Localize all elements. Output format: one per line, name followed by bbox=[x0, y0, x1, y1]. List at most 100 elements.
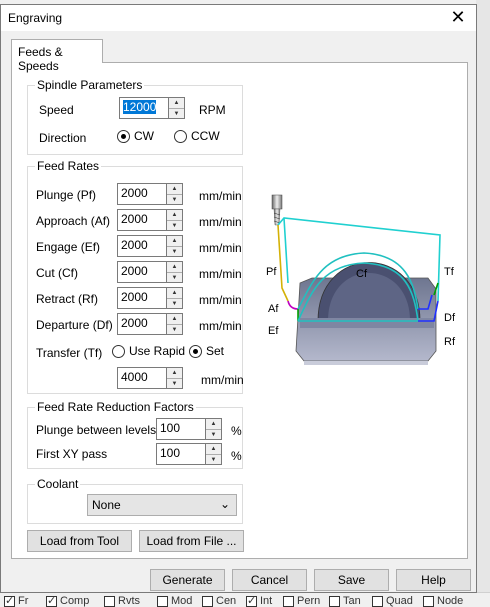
spin-down-icon[interactable]: ▼ bbox=[206, 455, 221, 465]
speed-input[interactable]: 12000 bbox=[119, 97, 169, 119]
close-icon[interactable]: ✕ bbox=[448, 7, 468, 27]
feed-rates-diagram: Pf Cf Tf Af Ef Df Rf bbox=[266, 194, 456, 365]
tab-panel: Spindle Parameters Speed 12000 ▲ ▼ RPM Di… bbox=[11, 62, 468, 559]
approach-spinner[interactable]: 2000 ▲ ▼ bbox=[117, 209, 183, 231]
spin-up-icon[interactable]: ▲ bbox=[167, 210, 182, 221]
cw-radio[interactable]: CW bbox=[117, 129, 154, 143]
load-from-tool-button[interactable]: Load from Tool bbox=[27, 530, 132, 552]
transfer-label: Transfer (Tf) bbox=[36, 346, 103, 360]
cut-input[interactable]: 2000 bbox=[117, 261, 167, 283]
coolant-group: Coolant None ⌄ bbox=[27, 477, 243, 524]
spin-down-icon[interactable]: ▼ bbox=[206, 430, 221, 440]
plunge-spinner[interactable]: 2000 ▲ ▼ bbox=[117, 183, 183, 205]
pf-label: Pf bbox=[266, 266, 277, 278]
snap-item[interactable]: Pern bbox=[283, 595, 320, 607]
spin-down-icon[interactable]: ▼ bbox=[169, 109, 184, 119]
spin-up-icon[interactable]: ▲ bbox=[206, 444, 221, 455]
departure-spinner[interactable]: 2000 ▲ ▼ bbox=[117, 313, 183, 335]
spin-up-icon[interactable]: ▲ bbox=[167, 368, 182, 379]
spin-up-icon[interactable]: ▲ bbox=[167, 288, 182, 299]
set-radio[interactable]: Set bbox=[189, 344, 224, 358]
af-label: Af bbox=[268, 303, 279, 315]
spin-up-icon[interactable]: ▲ bbox=[167, 314, 182, 325]
spin-down-icon[interactable]: ▼ bbox=[167, 221, 182, 231]
first-xy-input[interactable]: 100 bbox=[156, 443, 206, 465]
unit-label: mm/min bbox=[199, 319, 242, 333]
retract-spinner[interactable]: 2000 ▲ ▼ bbox=[117, 287, 183, 309]
spin-down-icon[interactable]: ▼ bbox=[167, 247, 182, 257]
spin-up-icon[interactable]: ▲ bbox=[167, 236, 182, 247]
spin-up-icon[interactable]: ▲ bbox=[206, 419, 221, 430]
spin-down-icon[interactable]: ▼ bbox=[167, 299, 182, 309]
cut-spinner[interactable]: 2000 ▲ ▼ bbox=[117, 261, 183, 283]
snap-item[interactable]: Rvts bbox=[104, 595, 140, 607]
approach-label: Approach (Af) bbox=[36, 214, 111, 228]
engage-label: Engage (Ef) bbox=[36, 240, 101, 254]
engage-spinner[interactable]: 2000 ▲ ▼ bbox=[117, 235, 183, 257]
snap-checkbox[interactable] bbox=[372, 595, 383, 607]
tab-feeds-speeds[interactable]: Feeds & Speeds bbox=[11, 39, 103, 73]
snap-checkbox[interactable] bbox=[202, 595, 213, 607]
snap-item[interactable]: Mod bbox=[157, 595, 192, 607]
snap-checkbox[interactable] bbox=[104, 595, 115, 607]
snap-checkbox[interactable] bbox=[329, 595, 340, 607]
speed-spinner[interactable]: 12000 ▲ ▼ bbox=[119, 97, 185, 119]
coolant-dropdown[interactable]: None ⌄ bbox=[87, 494, 237, 516]
snap-item[interactable]: Comp bbox=[46, 594, 89, 607]
load-from-file-button[interactable]: Load from File ... bbox=[139, 530, 244, 552]
cancel-button[interactable]: Cancel bbox=[232, 569, 307, 591]
retract-input[interactable]: 2000 bbox=[117, 287, 167, 309]
unit-label: mm/min bbox=[199, 215, 242, 229]
ccw-radio[interactable]: CCW bbox=[174, 129, 220, 143]
transfer-input[interactable]: 4000 bbox=[117, 367, 167, 389]
snap-checkbox[interactable] bbox=[423, 595, 434, 607]
snap-checkbox[interactable] bbox=[157, 595, 168, 607]
plunge-between-input[interactable]: 100 bbox=[156, 418, 206, 440]
snap-item[interactable]: Node bbox=[423, 595, 463, 607]
snap-checkbox[interactable] bbox=[46, 594, 57, 607]
engage-input[interactable]: 2000 bbox=[117, 235, 167, 257]
snap-item[interactable]: Cen bbox=[202, 595, 236, 607]
use-rapid-radio[interactable]: Use Rapid bbox=[112, 344, 185, 358]
spin-down-icon[interactable]: ▼ bbox=[167, 195, 182, 205]
snap-item[interactable]: Fr bbox=[4, 594, 28, 607]
departure-label: Departure (Df) bbox=[36, 318, 113, 332]
spin-up-icon[interactable]: ▲ bbox=[169, 98, 184, 109]
df-label: Df bbox=[444, 312, 456, 324]
tool-icon bbox=[271, 194, 283, 226]
ccw-radio-dot[interactable] bbox=[174, 129, 187, 143]
snap-item[interactable]: Int bbox=[246, 594, 272, 607]
help-button[interactable]: Help bbox=[396, 569, 471, 591]
departure-input[interactable]: 2000 bbox=[117, 313, 167, 335]
spin-down-icon[interactable]: ▼ bbox=[167, 273, 182, 283]
generate-button[interactable]: Generate bbox=[150, 569, 225, 591]
approach-input[interactable]: 2000 bbox=[117, 209, 167, 231]
transfer-spinner[interactable]: 4000 ▲ ▼ bbox=[117, 367, 183, 389]
first-xy-spinner[interactable]: 100 ▲ ▼ bbox=[156, 443, 222, 465]
snap-checkbox[interactable] bbox=[4, 594, 15, 607]
spin-down-icon[interactable]: ▼ bbox=[167, 379, 182, 389]
spin-up-icon[interactable]: ▲ bbox=[167, 184, 182, 195]
percent-label: % bbox=[231, 449, 242, 463]
unit-label: mm/min bbox=[199, 241, 242, 255]
snap-checkbox[interactable] bbox=[283, 595, 294, 607]
cw-radio-dot[interactable] bbox=[117, 129, 130, 143]
save-button[interactable]: Save bbox=[314, 569, 389, 591]
plunge-between-spinner[interactable]: 100 ▲ ▼ bbox=[156, 418, 222, 440]
background-window-edge bbox=[476, 0, 490, 607]
unit-label: mm/min bbox=[199, 293, 242, 307]
plunge-input[interactable]: 2000 bbox=[117, 183, 167, 205]
spin-up-icon[interactable]: ▲ bbox=[167, 262, 182, 273]
tf-label: Tf bbox=[444, 266, 455, 278]
spin-down-icon[interactable]: ▼ bbox=[167, 325, 182, 335]
reduction-legend: Feed Rate Reduction Factors bbox=[35, 400, 196, 414]
snap-checkbox[interactable] bbox=[246, 594, 257, 607]
use-rapid-radio-dot[interactable] bbox=[112, 344, 125, 358]
snap-item[interactable]: Quad bbox=[372, 595, 413, 607]
title-bar[interactable]: Engraving ✕ bbox=[1, 5, 476, 31]
snap-item[interactable]: Tan bbox=[329, 595, 361, 607]
unit-label: mm/min bbox=[199, 267, 242, 281]
set-radio-dot[interactable] bbox=[189, 344, 202, 358]
feed-rates-legend: Feed Rates bbox=[35, 159, 102, 173]
speed-label: Speed bbox=[39, 103, 74, 117]
